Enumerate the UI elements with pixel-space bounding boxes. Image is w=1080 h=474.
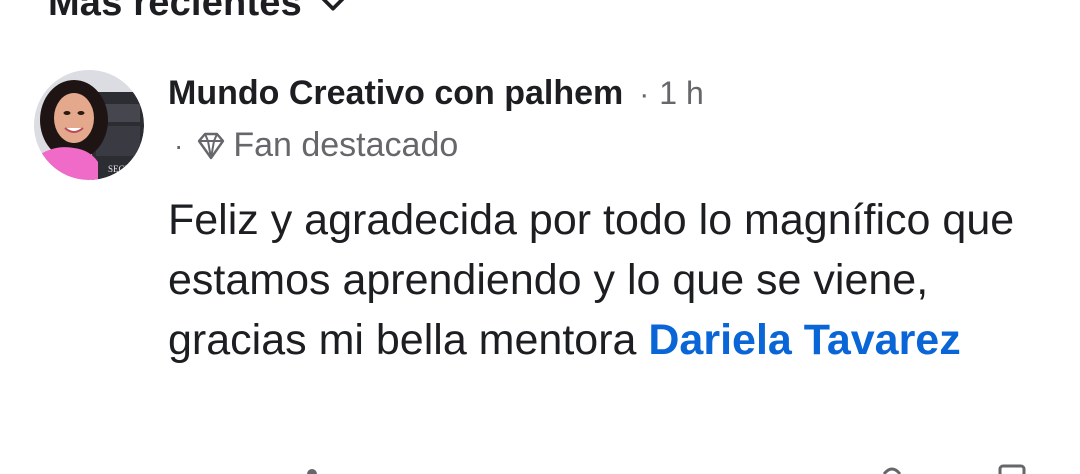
badge-separator: ·	[174, 129, 184, 161]
badge-label: Fan destacado	[233, 126, 459, 164]
sort-label: Más recientes	[48, 0, 302, 24]
sort-dropdown[interactable]: Más recientes	[48, 0, 350, 28]
avatar[interactable]: SECRE	[34, 70, 144, 180]
header-separator: ·	[639, 78, 650, 111]
action-icon-partial	[307, 469, 317, 474]
top-fan-badge: · Fan destacado	[174, 126, 458, 165]
action-row-partial	[307, 464, 1026, 474]
action-icon-partial	[998, 464, 1026, 474]
mention-link[interactable]: Dariela Tavarez	[648, 316, 960, 364]
comment-timestamp[interactable]: 1 h	[659, 75, 703, 112]
chevron-down-icon	[321, 0, 345, 11]
comment-screen: Más recientes SECRE Mundo Creativo con p…	[0, 0, 1080, 474]
action-icon-partial	[882, 467, 902, 474]
comment-text: Feliz y agradecida por todo lo magnífico…	[168, 190, 1048, 370]
diamond-icon	[198, 132, 225, 159]
avatar-book-text: SECRE	[108, 164, 137, 174]
comment-header: Mundo Creativo con palhem · 1 h	[168, 74, 704, 113]
author-name-link[interactable]: Mundo Creativo con palhem	[168, 74, 623, 113]
